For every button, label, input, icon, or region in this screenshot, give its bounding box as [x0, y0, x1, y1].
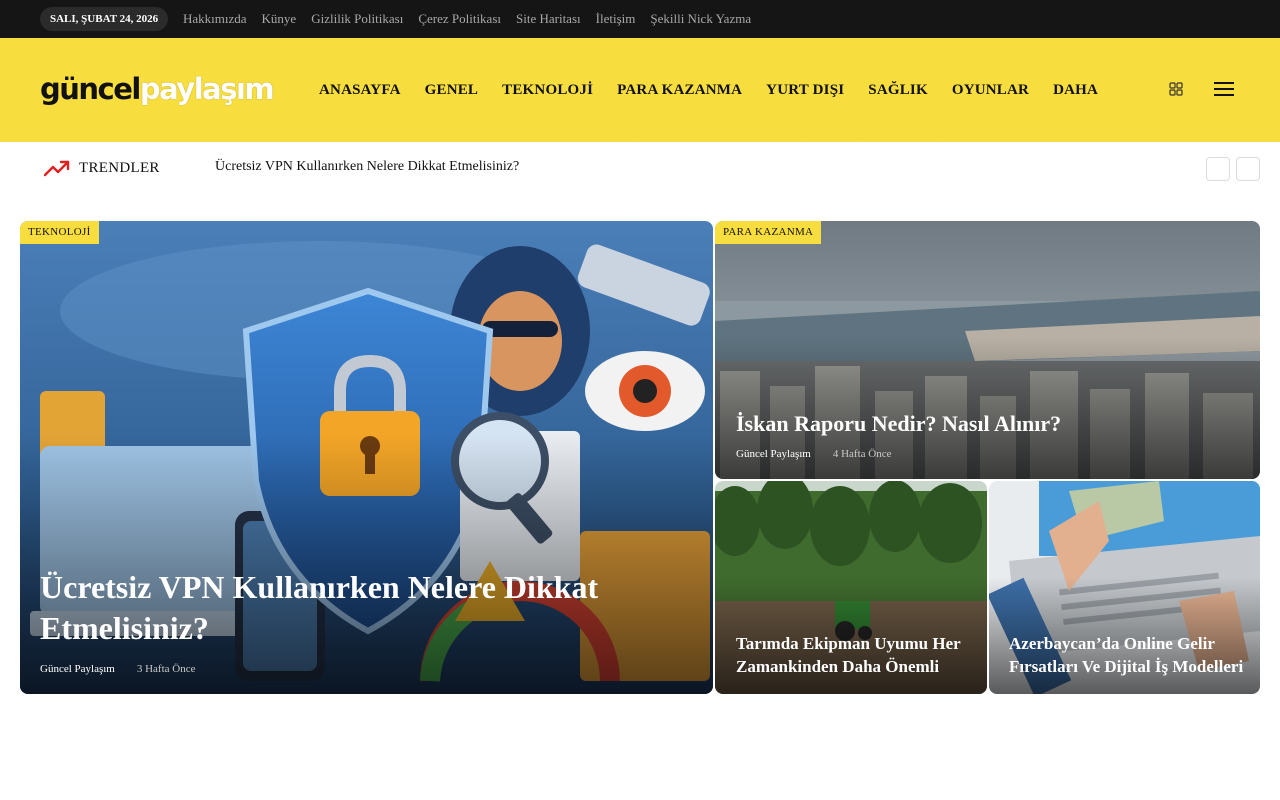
post-card[interactable]: Azerbaycan’da Online Gelir Fırsatları Ve…: [989, 481, 1260, 694]
top-link-cookies[interactable]: Çerez Politikası: [418, 11, 501, 27]
post-meta: Güncel Paylaşım 3 Hafta Önce: [40, 663, 196, 675]
trending-label: TRENDLER: [79, 160, 160, 176]
top-link-contact[interactable]: İletişim: [596, 11, 636, 27]
post-title[interactable]: Tarımda Ekipman Uyumu Her Zamankinden Da…: [736, 632, 971, 678]
post-author[interactable]: Güncel Paylaşım: [40, 663, 115, 675]
nav-item-home[interactable]: ANASAYFA: [319, 82, 401, 99]
top-link-sitemap[interactable]: Site Haritası: [516, 11, 581, 27]
post-author[interactable]: Güncel Paylaşım: [736, 448, 811, 460]
top-bar: SALI, ŞUBAT 24, 2026 Hakkımızda Künye Gi…: [0, 0, 1280, 38]
nav-item-general[interactable]: GENEL: [425, 82, 479, 99]
nav-item-health[interactable]: SAĞLIK: [868, 82, 928, 99]
trending-prev-button[interactable]: [1206, 157, 1230, 181]
date-badge: SALI, ŞUBAT 24, 2026: [40, 7, 169, 31]
logo-text-paylasim: paylaşım: [139, 72, 275, 106]
nav-item-games[interactable]: OYUNLAR: [952, 82, 1029, 99]
nav-item-abroad[interactable]: YURT DIŞI: [766, 82, 844, 99]
nav-item-technology[interactable]: TEKNOLOJİ: [502, 82, 593, 99]
featured-post-card[interactable]: TEKNOLOJİ Ücretsiz VPN Kullanırken Neler…: [20, 221, 713, 694]
post-meta: Güncel Paylaşım 4 Hafta Önce: [736, 448, 892, 460]
post-card[interactable]: Tarımda Ekipman Uyumu Her Zamankinden Da…: [715, 481, 987, 694]
nav-item-make-money[interactable]: PARA KAZANMA: [617, 82, 742, 99]
hamburger-menu-icon[interactable]: [1214, 81, 1234, 97]
card-gradient-overlay: [715, 221, 1260, 479]
top-link-nick-generator[interactable]: Şekilli Nick Yazma: [650, 11, 751, 27]
top-links: Hakkımızda Künye Gizlilik Politikası Çer…: [183, 0, 766, 38]
site-logo[interactable]: güncel paylaşım: [40, 72, 275, 106]
top-link-privacy[interactable]: Gizlilik Politikası: [311, 11, 403, 27]
post-title[interactable]: Azerbaycan’da Online Gelir Fırsatları Ve…: [1009, 632, 1254, 678]
post-date: 3 Hafta Önce: [136, 663, 196, 675]
category-badge[interactable]: TEKNOLOJİ: [20, 221, 99, 244]
post-card[interactable]: PARA KAZANMA İskan Raporu Nedir? Nasıl A…: [715, 221, 1260, 479]
post-title[interactable]: Ücretsiz VPN Kullanırken Nelere Dikkat E…: [40, 567, 680, 649]
trending-headline[interactable]: Ücretsiz VPN Kullanırken Nelere Dikkat E…: [215, 159, 519, 175]
nav-item-more[interactable]: DAHA: [1053, 82, 1098, 99]
top-link-about[interactable]: Hakkımızda: [183, 11, 247, 27]
logo-text-guncel: güncel: [40, 72, 141, 106]
top-link-imprint[interactable]: Künye: [262, 11, 297, 27]
post-date: 4 Hafta Önce: [832, 448, 892, 460]
trending-bar: TRENDLER Ücretsiz VPN Kullanırken Nelere…: [0, 150, 1280, 190]
trending-next-button[interactable]: [1236, 157, 1260, 181]
category-badge[interactable]: PARA KAZANMA: [715, 221, 822, 244]
grid-icon[interactable]: [1169, 82, 1183, 96]
trending-up-icon: [44, 160, 70, 177]
header-brush-edge: [0, 124, 1280, 140]
post-title[interactable]: İskan Raporu Nedir? Nasıl Alınır?: [736, 410, 1061, 438]
